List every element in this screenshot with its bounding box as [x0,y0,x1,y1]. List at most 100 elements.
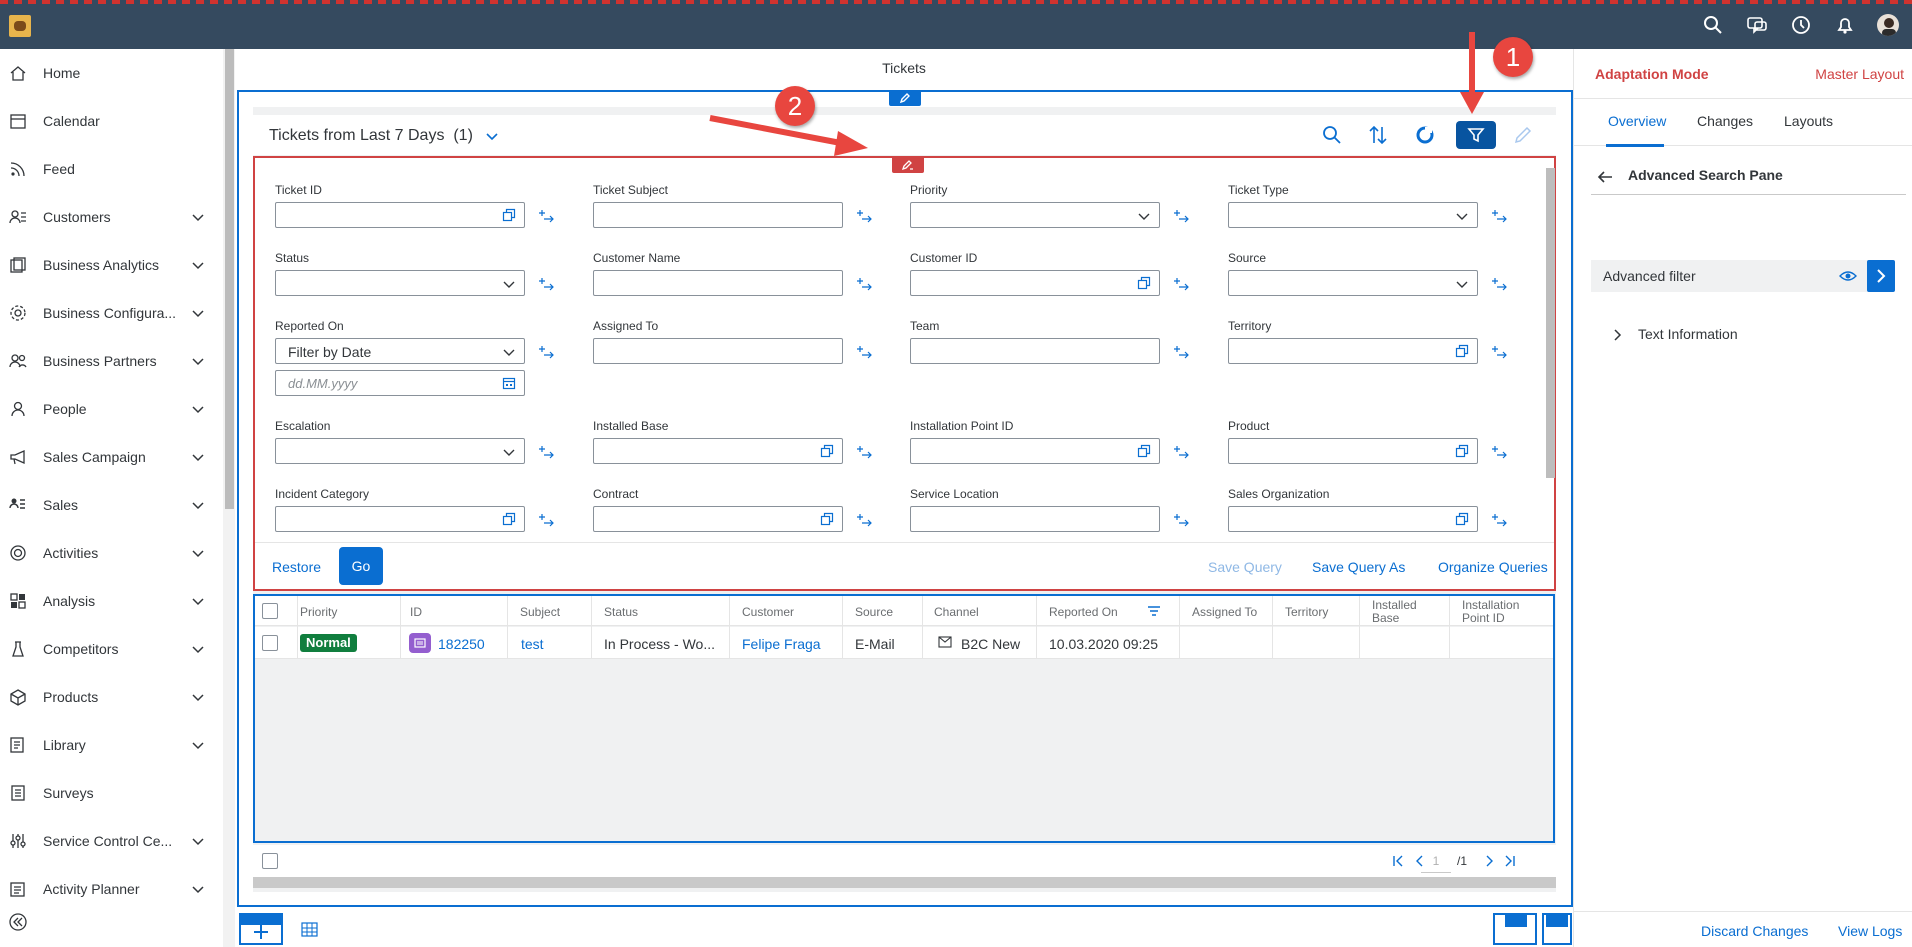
search-icon[interactable] [1702,14,1724,36]
sidebar-item-sales-campaign[interactable]: Sales Campaign [0,433,223,481]
add-condition-icon[interactable] [1491,209,1509,223]
tab-layouts[interactable]: Layouts [1784,113,1833,129]
filter-input-incident-category[interactable] [275,506,525,532]
last-page-icon[interactable] [1503,854,1517,868]
subject-link[interactable]: test [521,636,544,652]
sidebar-item-competitors[interactable]: Competitors [0,625,223,673]
query-selector[interactable]: Tickets from Last 7 Days (1) [269,127,499,145]
sidebar-item-service-control-ce[interactable]: Service Control Ce... [0,817,223,865]
save-query-button[interactable]: Save Query [1208,559,1282,575]
filter-input-ticket-type[interactable] [1228,202,1478,228]
chevron-down-icon[interactable] [191,402,205,416]
discard-changes-button[interactable]: Discard Changes [1701,923,1808,939]
go-button[interactable]: Go [339,547,383,585]
chevron-right-icon[interactable] [1610,328,1624,342]
sidebar-item-people[interactable]: People [0,385,223,433]
column-header-territory[interactable]: Territory [1285,605,1328,619]
add-condition-icon[interactable] [856,445,874,459]
add-condition-icon[interactable] [856,513,874,527]
add-condition-icon[interactable] [538,445,556,459]
chevron-down-icon[interactable] [191,450,205,464]
chevron-down-icon[interactable] [191,546,205,560]
user-avatar[interactable] [1877,14,1899,36]
value-help-icon[interactable] [820,444,834,458]
table-row[interactable]: Normal 182250 test In Process - Wo... Fe… [255,596,1553,659]
chevron-down-icon[interactable] [502,277,516,291]
column-header-source[interactable]: Source [855,605,893,619]
date-input[interactable]: dd.MM.yyyy [275,370,525,396]
search-icon[interactable] [1320,123,1344,147]
sidebar-item-activity-planner[interactable]: Activity Planner [0,865,223,913]
refresh-icon[interactable] [1413,123,1437,147]
chevron-down-icon[interactable] [502,345,516,359]
add-condition-icon[interactable] [856,277,874,291]
add-condition-icon[interactable] [856,209,874,223]
add-condition-icon[interactable] [1173,445,1191,459]
filter-input-customer-name[interactable] [593,270,843,296]
sidebar-item-sales[interactable]: Sales [0,481,223,529]
filter-input-service-location[interactable] [910,506,1160,532]
sidebar-item-surveys[interactable]: Surveys [0,769,223,817]
customer-link[interactable]: Felipe Fraga [742,636,821,652]
calendar-icon[interactable] [502,376,516,390]
bottom-edit-button-2[interactable] [1542,913,1572,945]
sidebar-item-library[interactable]: Library [0,721,223,769]
filter-input-territory[interactable] [1228,338,1478,364]
add-condition-icon[interactable] [1173,345,1191,359]
chevron-down-icon[interactable] [1455,209,1469,223]
section-edit-icon[interactable] [889,90,921,106]
collapse-navigation-icon[interactable] [9,913,27,931]
view-logs-button[interactable]: View Logs [1838,923,1902,939]
chevron-down-icon[interactable] [1137,209,1151,223]
chevron-down-icon[interactable] [191,738,205,752]
next-page-icon[interactable] [1482,854,1496,868]
chevron-down-icon[interactable] [191,594,205,608]
filter-scrollbar[interactable] [1546,168,1555,478]
filter-input-installed-base[interactable] [593,438,843,464]
chevron-down-icon[interactable] [1455,277,1469,291]
back-arrow-icon[interactable] [1596,169,1614,185]
add-condition-icon[interactable] [856,345,874,359]
chevron-down-icon[interactable] [191,354,205,368]
add-condition-icon[interactable] [1491,445,1509,459]
value-help-icon[interactable] [1455,444,1469,458]
row-checkbox[interactable] [262,635,278,651]
page-number-input[interactable]: 1 [1421,849,1451,873]
filter-input-escalation[interactable] [275,438,525,464]
chevron-down-icon[interactable] [191,882,205,896]
filter-input-reported-on[interactable]: Filter by Date [275,338,525,364]
value-help-icon[interactable] [1455,512,1469,526]
add-condition-icon[interactable] [1491,345,1509,359]
value-help-icon[interactable] [1137,276,1151,290]
sidebar-item-customers[interactable]: Customers [0,193,223,241]
column-header-assigned-to[interactable]: Assigned To [1192,605,1257,619]
company-logo[interactable] [9,15,31,37]
column-header-installation-point-id[interactable]: Installation Point ID [1462,599,1542,625]
ticket-id-link[interactable]: 182250 [438,636,485,652]
bottom-edit-button-1[interactable] [1493,913,1537,945]
add-condition-icon[interactable] [1491,513,1509,527]
filter-input-assigned-to[interactable] [593,338,843,364]
text-information-item[interactable]: Text Information [1638,326,1738,342]
sidebar-item-business-partners[interactable]: Business Partners [0,337,223,385]
sidebar-item-analysis[interactable]: Analysis [0,577,223,625]
add-section-button[interactable] [239,913,283,945]
chevron-down-icon[interactable] [502,445,516,459]
advanced-filter-navigate-button[interactable] [1867,260,1895,292]
chevron-down-icon[interactable] [191,498,205,512]
add-condition-icon[interactable] [1491,277,1509,291]
chevron-down-icon[interactable] [191,834,205,848]
column-header-channel[interactable]: Channel [934,605,979,619]
advanced-filter-item[interactable]: Advanced filter [1591,260,1889,292]
chevron-down-icon[interactable] [191,306,205,320]
add-condition-icon[interactable] [1173,513,1191,527]
table-horizontal-scrollbar[interactable] [253,877,1556,888]
sidebar-item-business-configura[interactable]: Business Configura... [0,289,223,337]
sort-icon[interactable] [1366,123,1390,147]
eye-icon[interactable] [1839,268,1857,284]
column-header-subject[interactable]: Subject [520,605,560,619]
column-header-status[interactable]: Status [604,605,638,619]
tab-overview[interactable]: Overview [1608,113,1666,129]
master-layout-link[interactable]: Master Layout [1815,66,1904,82]
chevron-down-icon[interactable] [191,258,205,272]
